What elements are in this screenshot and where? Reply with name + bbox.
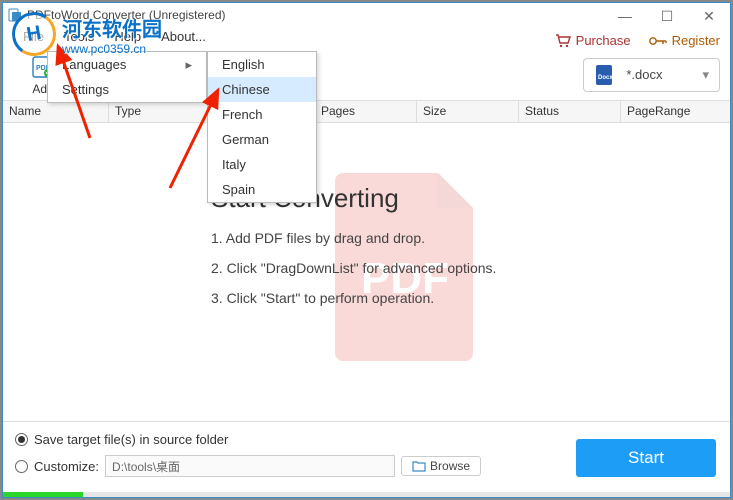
tools-submenu: Languages ▸ Settings <box>47 51 207 103</box>
purchase-link[interactable]: Purchase <box>555 33 631 48</box>
instruction-3: 3. Click "Start" to perform operation. <box>211 290 571 306</box>
file-table-header: Name Type Pages Size Status PageRange <box>3 101 730 123</box>
instructions-block: Start Converting 1. Add PDF files by dra… <box>211 183 571 320</box>
radio-save-source[interactable] <box>15 433 28 446</box>
minimize-button[interactable]: — <box>604 3 646 29</box>
close-button[interactable]: ✕ <box>688 3 730 29</box>
register-link[interactable]: Register <box>649 33 720 48</box>
lang-english[interactable]: English <box>208 52 316 77</box>
progress-track <box>3 492 730 497</box>
col-status[interactable]: Status <box>519 101 621 122</box>
menu-help[interactable]: Help <box>104 27 151 49</box>
bottom-panel: Save target file(s) in source folder Cus… <box>3 421 730 497</box>
format-dropdown[interactable]: Docx *.docx ▾ <box>583 58 720 92</box>
browse-button[interactable]: Browse <box>401 456 481 476</box>
menu-file[interactable]: File <box>13 27 54 49</box>
folder-icon <box>412 460 426 472</box>
start-button[interactable]: Start <box>576 439 716 477</box>
svg-text:Docx: Docx <box>598 75 613 81</box>
languages-submenu: English Chinese French German Italy Spai… <box>207 51 317 203</box>
register-label: Register <box>672 33 720 48</box>
top-actions: Purchase Register <box>555 33 720 48</box>
lang-chinese[interactable]: Chinese <box>208 77 316 102</box>
lang-spain[interactable]: Spain <box>208 177 316 202</box>
window-title: PDFtoWord Converter (Unregistered) <box>27 8 226 22</box>
content-area[interactable]: PDF Start Converting 1. Add PDF files by… <box>3 123 730 413</box>
purchase-label: Purchase <box>576 33 631 48</box>
menu-languages[interactable]: Languages ▸ <box>48 52 206 77</box>
docx-icon: Docx <box>594 63 616 87</box>
format-label: *.docx <box>626 67 662 82</box>
browse-label: Browse <box>430 459 470 473</box>
app-window: PDFtoWord Converter (Unregistered) — ☐ ✕… <box>2 2 731 498</box>
radio-customize[interactable] <box>15 460 28 473</box>
col-size[interactable]: Size <box>417 101 519 122</box>
instruction-2: 2. Click "DragDownList" for advanced opt… <box>211 260 571 276</box>
menu-settings[interactable]: Settings <box>48 77 206 102</box>
instruction-1: 1. Add PDF files by drag and drop. <box>211 230 571 246</box>
col-pagerange[interactable]: PageRange <box>621 101 730 122</box>
chevron-down-icon: ▾ <box>702 67 709 83</box>
title-bar: PDFtoWord Converter (Unregistered) — ☐ ✕ <box>3 3 730 27</box>
output-path-field[interactable]: D:\tools\桌面 <box>105 455 395 477</box>
lang-french[interactable]: French <box>208 102 316 127</box>
col-name[interactable]: Name <box>3 101 109 122</box>
lang-german[interactable]: German <box>208 127 316 152</box>
radio-customize-label: Customize: <box>34 459 99 474</box>
app-icon <box>7 7 23 23</box>
window-controls: — ☐ ✕ <box>604 3 730 29</box>
radio-save-source-label: Save target file(s) in source folder <box>34 432 228 447</box>
lang-italy[interactable]: Italy <box>208 152 316 177</box>
chevron-right-icon: ▸ <box>185 57 192 73</box>
progress-bar <box>3 492 83 497</box>
menu-tools[interactable]: Tools <box>54 27 104 49</box>
cart-icon <box>555 34 571 48</box>
key-icon <box>649 35 667 47</box>
col-pages[interactable]: Pages <box>315 101 417 122</box>
maximize-button[interactable]: ☐ <box>646 3 688 29</box>
menu-about[interactable]: About... <box>151 27 216 49</box>
